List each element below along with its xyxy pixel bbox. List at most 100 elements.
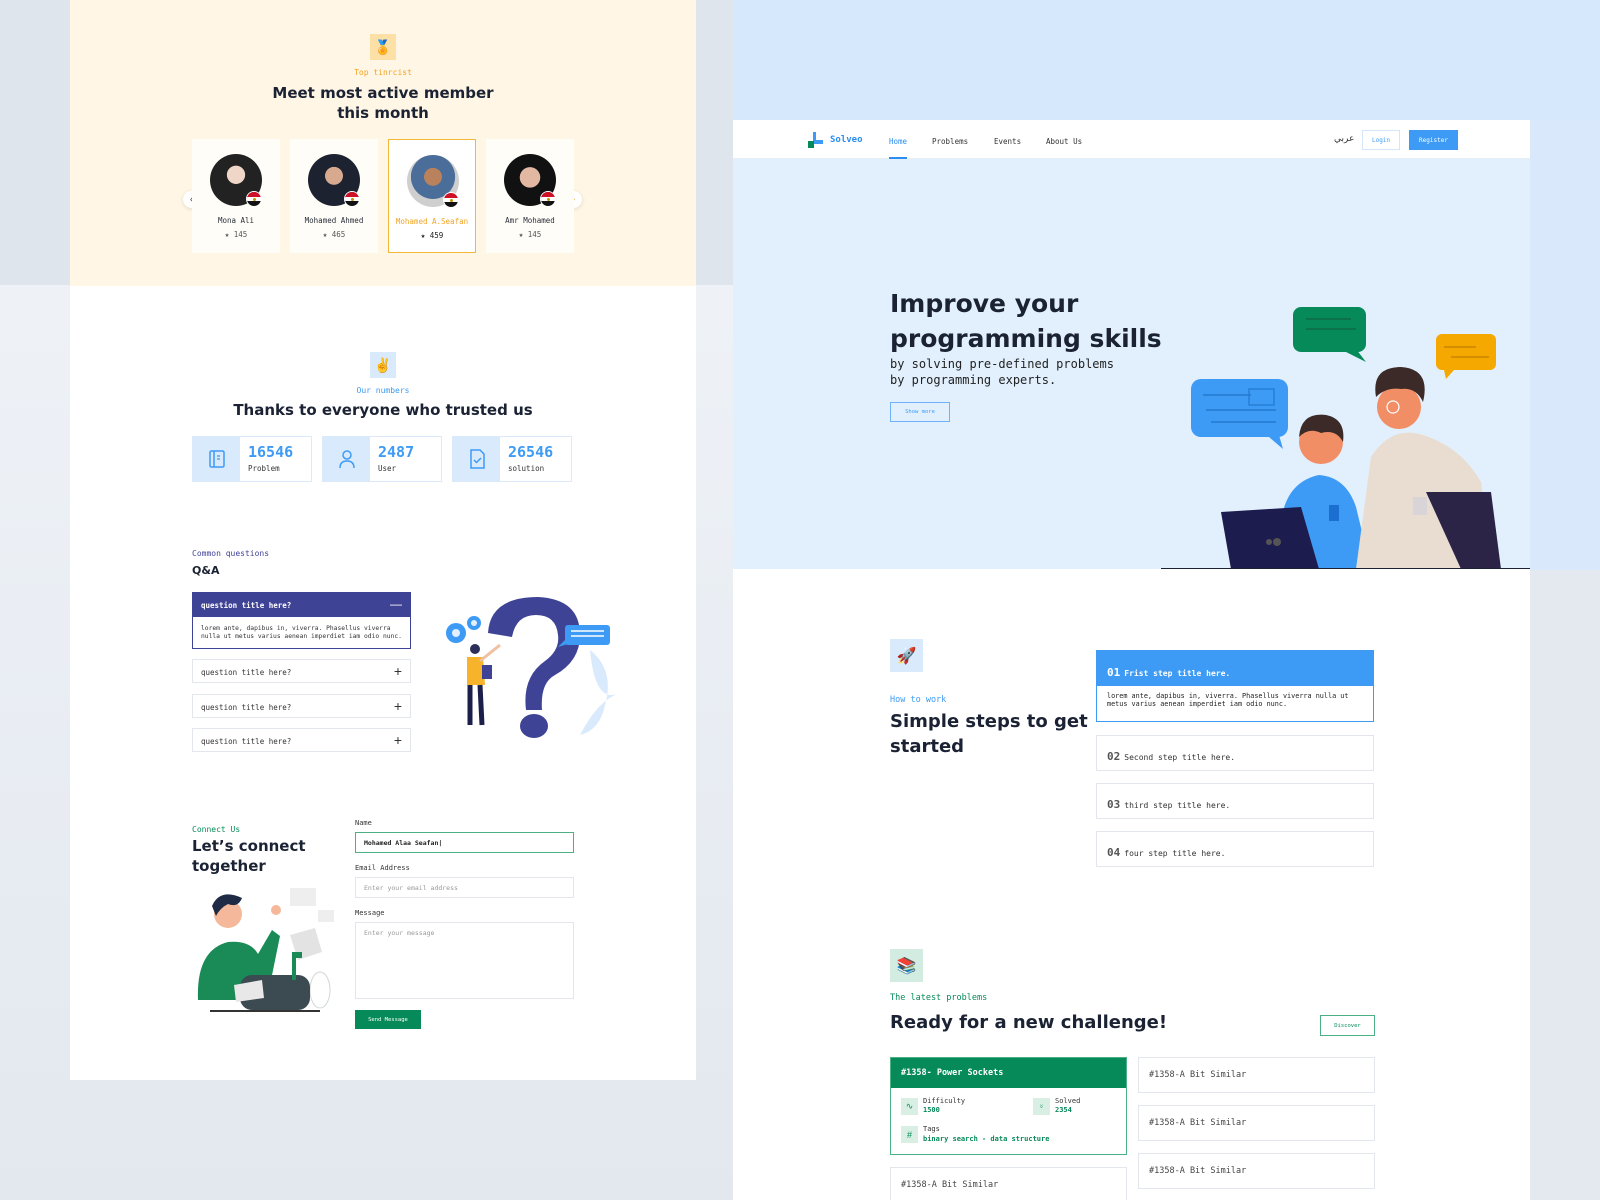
email-label: Email Address: [355, 864, 410, 872]
solved-label: Solved: [1055, 1097, 1081, 1105]
faq-item[interactable]: question title here? +: [192, 659, 411, 683]
member-name: Amr Mohamed: [505, 216, 555, 225]
name-input[interactable]: Mohamed Alaa Seafan|: [355, 832, 574, 853]
top-navbar: Solveo Home Problems Events About Us عرب…: [733, 120, 1530, 159]
member-card[interactable]: Amr Mohamed ★ 145: [486, 139, 574, 253]
member-score: ★ 145: [192, 230, 280, 239]
section-kicker: Common questions: [192, 549, 270, 558]
victory-hand-icon: ✌: [370, 352, 396, 378]
star-icon: ★: [518, 230, 528, 239]
problem-card[interactable]: #1358-A Bit Similar: [1138, 1153, 1375, 1189]
background-panel: [1530, 120, 1600, 570]
member-name: Mohamed A.Seafan: [395, 217, 469, 226]
question-mark-illustration: [446, 597, 620, 738]
problem-card[interactable]: #1358-A Bit Similar: [1138, 1057, 1375, 1093]
problem-card[interactable]: #1358-A Bit Similar: [890, 1167, 1127, 1200]
title-line: this month: [337, 104, 429, 123]
nav-home[interactable]: Home: [889, 137, 907, 146]
active-members-section: 🏅 Top tinrcist Meet most active member t…: [70, 0, 696, 286]
discover-button[interactable]: Discover: [1320, 1015, 1375, 1036]
step-title: third step title here.: [1124, 801, 1231, 810]
hashtag-icon: #: [901, 1126, 918, 1143]
stat-card-users: 2487 User: [322, 436, 442, 482]
step-item[interactable]: 02 Second step title here.: [1096, 735, 1374, 771]
problem-title: #1358- Power Sockets: [891, 1058, 1126, 1088]
score-value: 145: [527, 230, 542, 239]
difficulty-value: 1500: [923, 1106, 940, 1114]
email-input[interactable]: Enter your email address: [355, 877, 574, 898]
star-icon: ★: [420, 231, 430, 240]
step-title: four step title here.: [1124, 849, 1226, 858]
step-item[interactable]: 04 four step title here.: [1096, 831, 1374, 867]
featured-problem-card[interactable]: #1358- Power Sockets ∿ Difficulty 1500 ⍤…: [890, 1057, 1127, 1155]
stat-card-solutions: 26546 solution: [452, 436, 572, 482]
score-value: 459: [429, 231, 444, 240]
section-title: Ready for a new challenge!: [890, 1012, 1168, 1033]
member-score: ★ 459: [389, 231, 475, 240]
background-panel: [1530, 570, 1600, 1200]
minus-icon[interactable]: —: [390, 597, 402, 611]
team-coding-illustration: [1191, 307, 1501, 569]
faq-answer: lorem ante, dapibus in, viverra. Phasell…: [201, 625, 402, 640]
step-item[interactable]: 03 third step title here.: [1096, 783, 1374, 819]
plus-icon[interactable]: +: [394, 732, 402, 748]
step-description: lorem ante, dapibus in, viverra. Phasell…: [1107, 692, 1349, 709]
stat-card-problems: 16546 Problem: [192, 436, 312, 482]
problem-card[interactable]: #1358-A Bit Similar: [1138, 1105, 1375, 1141]
step-item-expanded[interactable]: 01 Frist step title here. lorem ante, dap…: [1096, 650, 1374, 722]
login-button[interactable]: Login: [1362, 130, 1400, 150]
section-kicker: Our numbers: [356, 386, 410, 395]
language-toggle[interactable]: عربي: [1334, 134, 1354, 144]
title-line: Improve your: [890, 289, 1079, 318]
star-icon: ★: [322, 230, 332, 239]
name-label: Name: [355, 819, 372, 827]
message-textarea[interactable]: Enter your message: [355, 922, 574, 999]
hero-section: Improve your programming skills by solvi…: [733, 159, 1530, 569]
member-name: Mohamed Ahmed: [304, 216, 364, 225]
egypt-flag-icon: [344, 191, 360, 207]
stat-label: User: [378, 464, 397, 473]
mailbox-illustration: [197, 888, 334, 1012]
score-value: 145: [233, 230, 248, 239]
brand-name[interactable]: Solveo: [830, 135, 863, 145]
section-title: Thanks to everyone who trusted us: [233, 401, 533, 419]
nav-events[interactable]: Events: [994, 137, 1021, 146]
section-kicker: The latest problems: [890, 993, 988, 1003]
hero-title: Improve your programming skills: [890, 287, 1162, 356]
plus-icon[interactable]: +: [394, 663, 402, 679]
member-score: ★ 145: [486, 230, 574, 239]
send-message-button[interactable]: Send Message: [355, 1010, 421, 1029]
section-kicker: Top tinrcist: [354, 68, 412, 77]
show-more-button[interactable]: Show more: [890, 402, 950, 422]
member-card[interactable]: Mohamed Ahmed ★ 465: [290, 139, 378, 253]
faq-question-header[interactable]: question title here? —: [193, 593, 410, 617]
stat-label: solution: [508, 464, 545, 473]
score-value: 465: [331, 230, 346, 239]
register-button[interactable]: Register: [1409, 130, 1458, 150]
member-card-selected[interactable]: Mohamed A.Seafan ★ 459: [388, 139, 476, 253]
step-number: 02: [1107, 750, 1121, 763]
egypt-flag-icon: [443, 192, 459, 208]
medal-icon: 🏅: [370, 34, 396, 60]
step-header[interactable]: 01 Frist step title here.: [1097, 651, 1373, 686]
tags-label: Tags: [923, 1125, 940, 1133]
plus-icon[interactable]: +: [394, 698, 402, 714]
section-kicker: Connect Us: [192, 825, 241, 834]
egypt-flag-icon: [246, 191, 262, 207]
member-card[interactable]: Mona Ali ★ 145: [192, 139, 280, 253]
rocket-icon: 🚀: [890, 639, 923, 672]
nav-problems[interactable]: Problems: [932, 137, 968, 146]
faq-question: question title here?: [201, 668, 292, 677]
faq-item[interactable]: question title here? +: [192, 728, 411, 752]
step-title: Frist step title here.: [1124, 669, 1231, 678]
member-score: ★ 465: [290, 230, 378, 239]
section-title: Q&A: [192, 564, 220, 577]
solveo-logo-icon[interactable]: [808, 132, 823, 148]
file-check-icon: [453, 437, 500, 481]
nav-about-us[interactable]: About Us: [1046, 137, 1082, 146]
faq-item-expanded[interactable]: question title here? — lorem ante, dapib…: [192, 592, 411, 649]
egypt-flag-icon: [540, 191, 556, 207]
faq-item[interactable]: question title here? +: [192, 694, 411, 718]
faq-question: question title here?: [201, 737, 292, 746]
stat-value: 16546: [248, 443, 294, 461]
